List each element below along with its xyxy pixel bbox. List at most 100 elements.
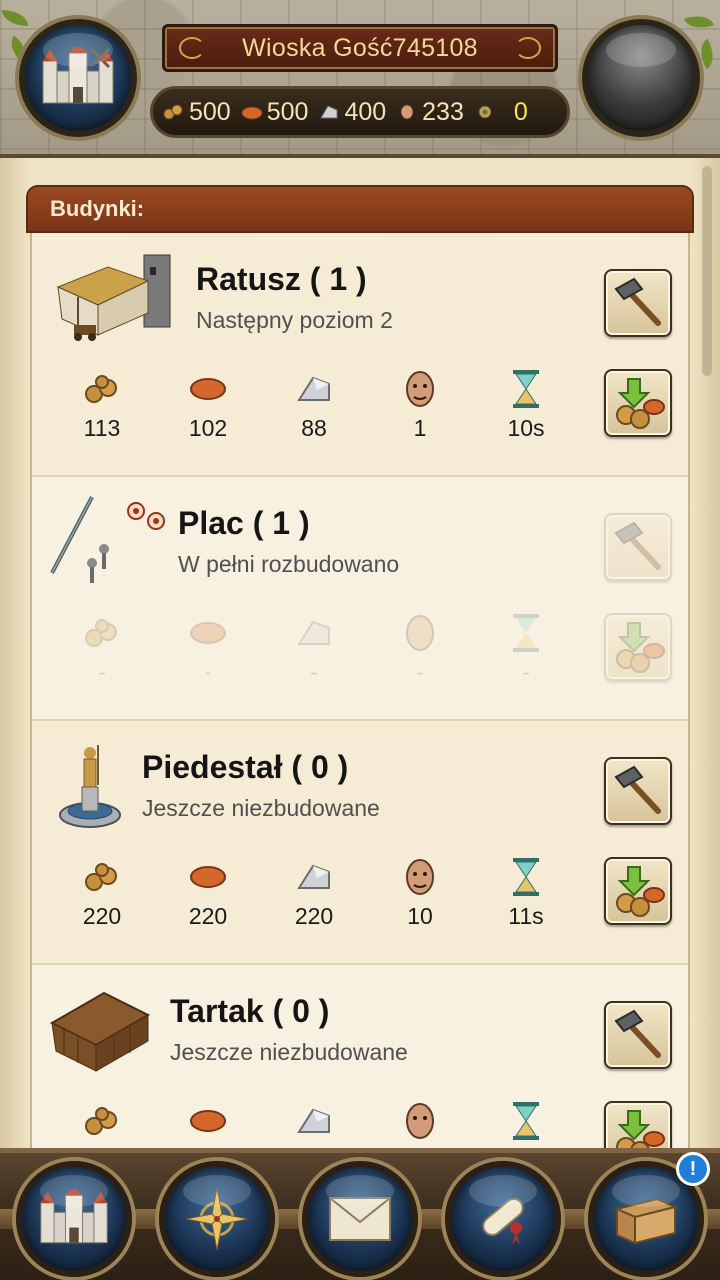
- clay-icon: [241, 106, 263, 120]
- clay-icon: [190, 866, 226, 888]
- village-name-banner[interactable]: Wioska Gość745108: [162, 24, 558, 72]
- building-status: Jeszcze niezbudowane: [170, 1039, 408, 1065]
- cost-time: 11s: [486, 857, 566, 930]
- clay-icon: [190, 378, 226, 400]
- buy-resources-button[interactable]: [604, 1101, 672, 1148]
- building-name: Plac ( 1 ): [178, 505, 310, 541]
- gold-amount: 0: [513, 97, 528, 126]
- clay-icon: [190, 622, 226, 644]
- cost-population: 1: [380, 369, 460, 442]
- cost-value: -: [310, 659, 318, 685]
- resources-download-icon: [616, 622, 665, 673]
- building-card-tartak: Tartak ( 0 ) Jeszcze niezbudowane: [32, 965, 688, 1148]
- cost-time: 10s: [486, 369, 566, 442]
- cost-iron: -: [274, 613, 354, 686]
- nav-map-button[interactable]: [159, 1161, 275, 1277]
- cost-value: 220: [294, 903, 334, 929]
- build-button[interactable]: [604, 513, 672, 581]
- building-status: W pełni rozbudowano: [178, 551, 400, 577]
- buildings-panel[interactable]: Budynki: Ratusz ( 1 ) Następny poziom 2 …: [0, 158, 720, 1148]
- cost-value: -: [522, 659, 530, 685]
- nav-messages-button[interactable]: [302, 1161, 418, 1277]
- building-name: Ratusz ( 1 ): [196, 261, 367, 297]
- cost-iron: 88: [274, 369, 354, 442]
- cost-value: 220: [188, 903, 228, 929]
- notification-badge[interactable]: !: [676, 1152, 710, 1186]
- iron-icon: [297, 620, 330, 645]
- cost-iron: 220: [274, 857, 354, 930]
- section-header: Budynki:: [26, 185, 694, 233]
- buy-resources-button[interactable]: [604, 613, 672, 681]
- buy-resources-button[interactable]: [604, 369, 672, 437]
- top-header: Wioska Gość745108 500 500 400 233 0: [0, 0, 720, 158]
- cost-value: -: [98, 659, 106, 685]
- resource-population: 233: [396, 98, 464, 127]
- build-button[interactable]: [604, 1001, 672, 1069]
- population-icon: [406, 1103, 434, 1139]
- hourglass-icon: [513, 370, 539, 408]
- cost-clay: -: [168, 613, 248, 686]
- building-status: Jeszcze niezbudowane: [142, 795, 380, 821]
- clay-icon: [190, 1110, 226, 1132]
- building-list: Ratusz ( 1 ) Następny poziom 2 113 102 8…: [30, 233, 690, 1148]
- drill-ground-image: [50, 496, 165, 583]
- cost-value: -: [204, 659, 212, 685]
- cost-clay: 220: [168, 857, 248, 930]
- cost-value: 88: [301, 415, 327, 441]
- cost-value: 220: [82, 903, 122, 929]
- cost-value: 11s: [508, 903, 544, 929]
- resources-download-icon: [616, 378, 665, 429]
- resources-download-icon: [616, 1110, 665, 1148]
- resource-clay: 500: [241, 97, 309, 127]
- wood-icon: [163, 104, 183, 120]
- iron-icon: [297, 864, 330, 889]
- nav-reports-button[interactable]: [445, 1161, 561, 1277]
- bottom-navigation: [0, 1148, 720, 1280]
- building-name: Tartak ( 0 ): [170, 993, 330, 1029]
- wood-icon: [85, 863, 117, 891]
- banner-ornament-right: [515, 37, 541, 59]
- cost-wood: 113: [62, 369, 142, 442]
- cost-population: 10: [380, 857, 460, 930]
- hammer-icon: [614, 765, 661, 814]
- building-card-piedestal: Piedestał ( 0 ) Jeszcze niezbudowane 220…: [32, 721, 688, 965]
- village-overview-button[interactable]: [19, 19, 137, 137]
- building-name: Piedestał ( 0 ): [142, 749, 349, 785]
- iron-amount: 400: [344, 97, 387, 126]
- cost-wood: -: [62, 613, 142, 686]
- resource-bar: 500 500 400 233 0: [150, 86, 570, 138]
- cost-iron: [274, 1101, 354, 1147]
- resource-iron: 400: [318, 98, 386, 127]
- hourglass-icon: [513, 858, 539, 896]
- scrollbar[interactable]: [702, 166, 712, 376]
- cost-value: -: [416, 659, 424, 685]
- cost-wood: [62, 1101, 142, 1147]
- cost-value: 1: [413, 415, 427, 441]
- cost-value: 113: [83, 415, 121, 441]
- buy-resources-button[interactable]: [604, 857, 672, 925]
- clay-amount: 500: [266, 97, 309, 126]
- hammer-icon: [614, 521, 661, 570]
- population-icon: [406, 859, 434, 895]
- cost-population: [380, 1101, 460, 1147]
- cost-wood: 220: [62, 857, 142, 930]
- hammer-icon: [614, 277, 661, 326]
- wood-icon: [85, 1107, 117, 1135]
- cost-population: -: [380, 613, 460, 686]
- build-button[interactable]: [604, 757, 672, 825]
- wood-amount: 500: [189, 97, 231, 126]
- population-icon: [406, 615, 434, 651]
- iron-icon: [297, 376, 330, 401]
- menu-orb-button[interactable]: [582, 19, 700, 137]
- hourglass-icon: [513, 614, 539, 652]
- iron-icon: [297, 1108, 330, 1133]
- population-amount: 233: [422, 97, 464, 126]
- village-name: Wioska Gość745108: [242, 33, 478, 62]
- cost-time: -: [486, 613, 566, 686]
- hourglass-icon: [513, 1102, 539, 1140]
- iron-icon: [320, 105, 338, 119]
- wood-icon: [85, 375, 117, 403]
- nav-village-button[interactable]: [16, 1161, 132, 1277]
- cost-clay: 102: [168, 369, 248, 442]
- build-button[interactable]: [604, 269, 672, 337]
